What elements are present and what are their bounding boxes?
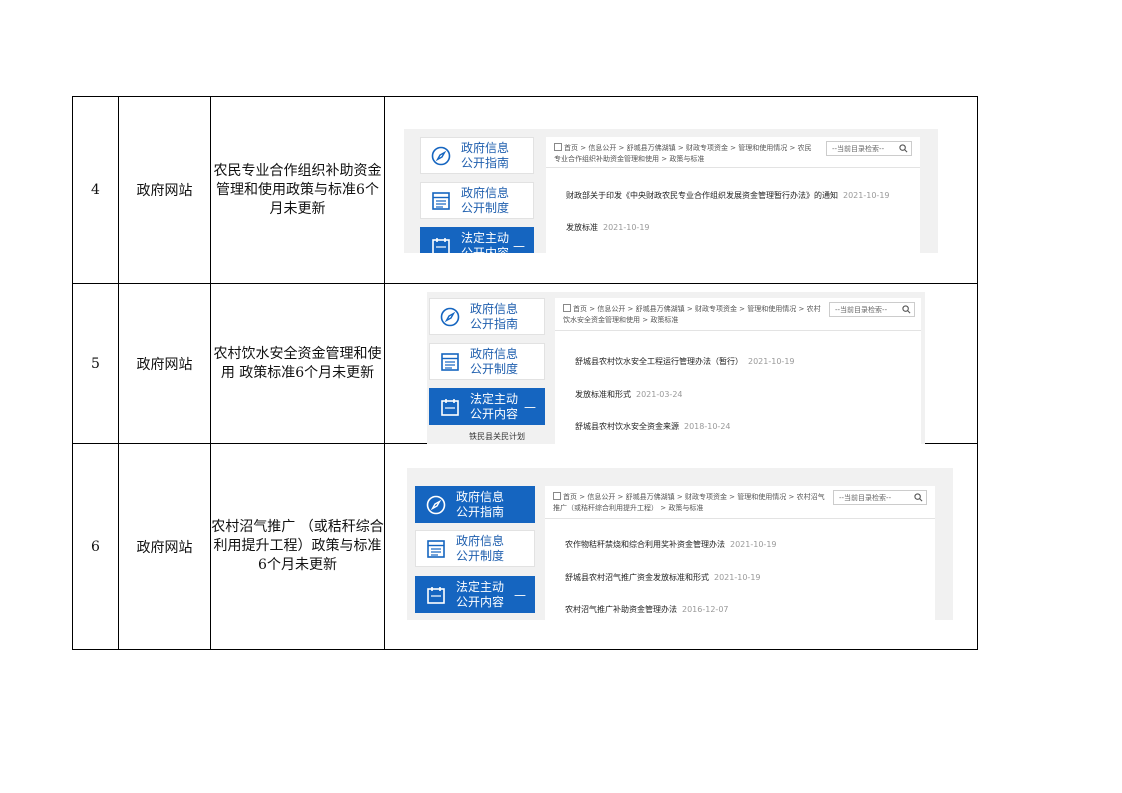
nav-system-button[interactable]: 政府信息 公开制度 <box>415 530 535 567</box>
search-placeholder: --当前目录检索-- <box>835 306 888 314</box>
report-table: 4 政府网站 农民专业合作组织补助资金管理和使用政策与标准6个月未更新 政府信息… <box>72 96 978 650</box>
screenshot-cell: 政府信息 公开指南 政府信息 公开制度 法定主动 公开内容 — 铁民县关民计划 <box>384 283 978 444</box>
compass-icon <box>440 307 460 327</box>
nav-content-label: 法定主动 公开内容 <box>470 392 519 421</box>
nav-system-label: 政府信息 公开制度 <box>461 186 510 215</box>
list-item[interactable]: 舒城县农村沼气推广资金发放标准和形式 2021-10-19 <box>565 572 761 583</box>
item-title[interactable]: 财政部关于印发《中央财政农民专业合作组织发展资金管理暂行办法》的通知 <box>566 191 838 200</box>
table-row: 5 政府网站 农村饮水安全资金管理和使用 政策标准6个月未更新 政府信息 公开指… <box>72 283 978 444</box>
row-type: 政府网站 <box>118 283 211 444</box>
calendar-icon <box>441 399 459 416</box>
item-title[interactable]: 舒城县农村沼气推广资金发放标准和形式 <box>565 573 709 582</box>
divider <box>546 167 920 168</box>
compass-icon <box>431 146 451 166</box>
divider <box>555 330 921 331</box>
nav-content-label: 法定主动 公开内容 <box>456 580 505 609</box>
website-screenshot: 政府信息 公开指南 政府信息 公开制度 法定主动 公开内容 — 首页 > 信息公… <box>407 468 953 620</box>
content-panel: 首页 > 信息公开 > 舒城县万佛湖镇 > 财政专项资金 > 管理和使用情况 >… <box>546 137 920 253</box>
search-input[interactable]: --当前目录检索-- <box>829 302 915 317</box>
item-date: 2021-10-19 <box>748 357 795 366</box>
nav-guide-label: 政府信息 公开指南 <box>461 141 510 170</box>
document-list-icon <box>427 540 445 558</box>
website-screenshot: 政府信息 公开指南 政府信息 公开制度 法定主动 公开内容 — 铁民县关民计划 <box>427 292 925 444</box>
nav-system-label: 政府信息 公开制度 <box>456 534 505 563</box>
row-description: 农民专业合作组织补助资金管理和使用政策与标准6个月未更新 <box>210 96 385 284</box>
nav-content-button[interactable]: 法定主动 公开内容 — <box>420 227 534 253</box>
breadcrumb-text: 首页 > 信息公开 > 舒城县万佛湖镇 > 财政专项资金 > 管理和使用情况 >… <box>553 493 825 512</box>
search-icon[interactable] <box>914 493 923 502</box>
breadcrumb: 首页 > 信息公开 > 舒城县万佛湖镇 > 财政专项资金 > 管理和使用情况 >… <box>554 143 816 165</box>
search-icon[interactable] <box>902 305 911 314</box>
document-list-icon <box>441 353 459 371</box>
item-date: 2016-12-07 <box>682 605 729 614</box>
document-list-icon <box>432 192 450 210</box>
nav-guide-label: 政府信息 公开指南 <box>456 490 505 519</box>
collapse-toggle[interactable]: — <box>514 588 526 602</box>
screenshot-cell: 政府信息 公开指南 政府信息 公开制度 法定主动 公开内容 — 首页 > 信息公… <box>384 96 978 284</box>
row-number: 5 <box>72 283 119 444</box>
table-row: 6 政府网站 农村沼气推广 （或秸秆综合利用提升工程）政策与标准6个月未更新 政… <box>72 443 978 650</box>
website-screenshot: 政府信息 公开指南 政府信息 公开制度 法定主动 公开内容 — 首页 > 信息公… <box>404 129 938 253</box>
screenshot-cell: 政府信息 公开指南 政府信息 公开制度 法定主动 公开内容 — 首页 > 信息公… <box>384 443 978 650</box>
row-type: 政府网站 <box>118 443 211 650</box>
divider <box>545 518 935 519</box>
item-title[interactable]: 农作物秸秆禁烧和综合利用奖补资金管理办法 <box>565 540 725 549</box>
item-date: 2018-10-24 <box>684 422 731 431</box>
nav-content-button[interactable]: 法定主动 公开内容 — <box>429 388 545 425</box>
table-row: 4 政府网站 农民专业合作组织补助资金管理和使用政策与标准6个月未更新 政府信息… <box>72 96 978 284</box>
search-input[interactable]: --当前目录检索-- <box>833 490 927 505</box>
nav-content-label: 法定主动 公开内容 <box>461 231 510 253</box>
row-description: 农村沼气推广 （或秸秆综合利用提升工程）政策与标准6个月未更新 <box>210 443 385 650</box>
row-type: 政府网站 <box>118 96 211 284</box>
item-date: 2021-10-19 <box>714 573 761 582</box>
nav-guide-button[interactable]: 政府信息 公开指南 <box>429 298 545 335</box>
list-item[interactable]: 农村沼气推广补助资金管理办法 2016-12-07 <box>565 604 729 615</box>
row-description: 农村饮水安全资金管理和使用 政策标准6个月未更新 <box>210 283 385 444</box>
subnav-item[interactable]: 铁民县关民计划 <box>469 431 525 442</box>
home-icon <box>554 143 562 151</box>
row-number: 6 <box>72 443 119 650</box>
calendar-icon <box>427 587 445 604</box>
item-date: 2021-10-19 <box>730 540 777 549</box>
nav-system-button[interactable]: 政府信息 公开制度 <box>429 343 545 380</box>
list-item[interactable]: 发放标准和形式 2021-03-24 <box>575 389 683 400</box>
nav-system-label: 政府信息 公开制度 <box>470 347 519 376</box>
item-title[interactable]: 发放标准 <box>566 223 598 232</box>
list-item[interactable]: 发放标准 2021-10-19 <box>566 222 650 233</box>
item-title[interactable]: 舒城县农村饮水安全资金来源 <box>575 422 679 431</box>
row-number: 4 <box>72 96 119 284</box>
breadcrumb: 首页 > 信息公开 > 舒城县万佛湖镇 > 财政专项资金 > 管理和使用情况 >… <box>553 492 825 514</box>
item-title[interactable]: 农村沼气推广补助资金管理办法 <box>565 605 677 614</box>
list-item[interactable]: 农作物秸秆禁烧和综合利用奖补资金管理办法 2021-10-19 <box>565 539 777 550</box>
home-icon <box>553 492 561 500</box>
search-input[interactable]: --当前目录检索-- <box>826 141 912 156</box>
collapse-toggle[interactable]: — <box>513 239 525 253</box>
calendar-icon <box>432 238 450 253</box>
item-date: 2021-10-19 <box>603 223 650 232</box>
item-title[interactable]: 舒城县农村饮水安全工程运行管理办法（暂行） <box>575 357 743 366</box>
list-item[interactable]: 舒城县农村饮水安全资金来源 2018-10-24 <box>575 421 731 432</box>
search-icon[interactable] <box>899 144 908 153</box>
nav-guide-button[interactable]: 政府信息 公开指南 <box>420 137 534 174</box>
nav-guide-button[interactable]: 政府信息 公开指南 <box>415 486 535 523</box>
item-date: 2021-10-19 <box>843 191 890 200</box>
compass-icon <box>426 495 446 515</box>
breadcrumb-text: 首页 > 信息公开 > 舒城县万佛湖镇 > 财政专项资金 > 管理和使用情况 >… <box>554 144 812 163</box>
collapse-toggle[interactable]: — <box>524 400 536 414</box>
content-panel: 首页 > 信息公开 > 舒城县万佛湖镇 > 财政专项资金 > 管理和使用情况 >… <box>555 298 921 444</box>
home-icon <box>563 304 571 312</box>
nav-content-button[interactable]: 法定主动 公开内容 — <box>415 576 535 613</box>
list-item[interactable]: 财政部关于印发《中央财政农民专业合作组织发展资金管理暂行办法》的通知 2021-1… <box>566 190 890 201</box>
nav-system-button[interactable]: 政府信息 公开制度 <box>420 182 534 219</box>
content-panel: 首页 > 信息公开 > 舒城县万佛湖镇 > 财政专项资金 > 管理和使用情况 >… <box>545 486 935 620</box>
search-placeholder: --当前目录检索-- <box>832 145 885 153</box>
nav-guide-label: 政府信息 公开指南 <box>470 302 519 331</box>
item-title[interactable]: 发放标准和形式 <box>575 390 631 399</box>
breadcrumb: 首页 > 信息公开 > 舒城县万佛湖镇 > 财政专项资金 > 管理和使用情况 >… <box>563 304 825 326</box>
list-item[interactable]: 舒城县农村饮水安全工程运行管理办法（暂行） 2021-10-19 <box>575 356 795 367</box>
item-date: 2021-03-24 <box>636 390 683 399</box>
search-placeholder: --当前目录检索-- <box>839 494 892 502</box>
breadcrumb-text: 首页 > 信息公开 > 舒城县万佛湖镇 > 财政专项资金 > 管理和使用情况 >… <box>563 305 821 324</box>
